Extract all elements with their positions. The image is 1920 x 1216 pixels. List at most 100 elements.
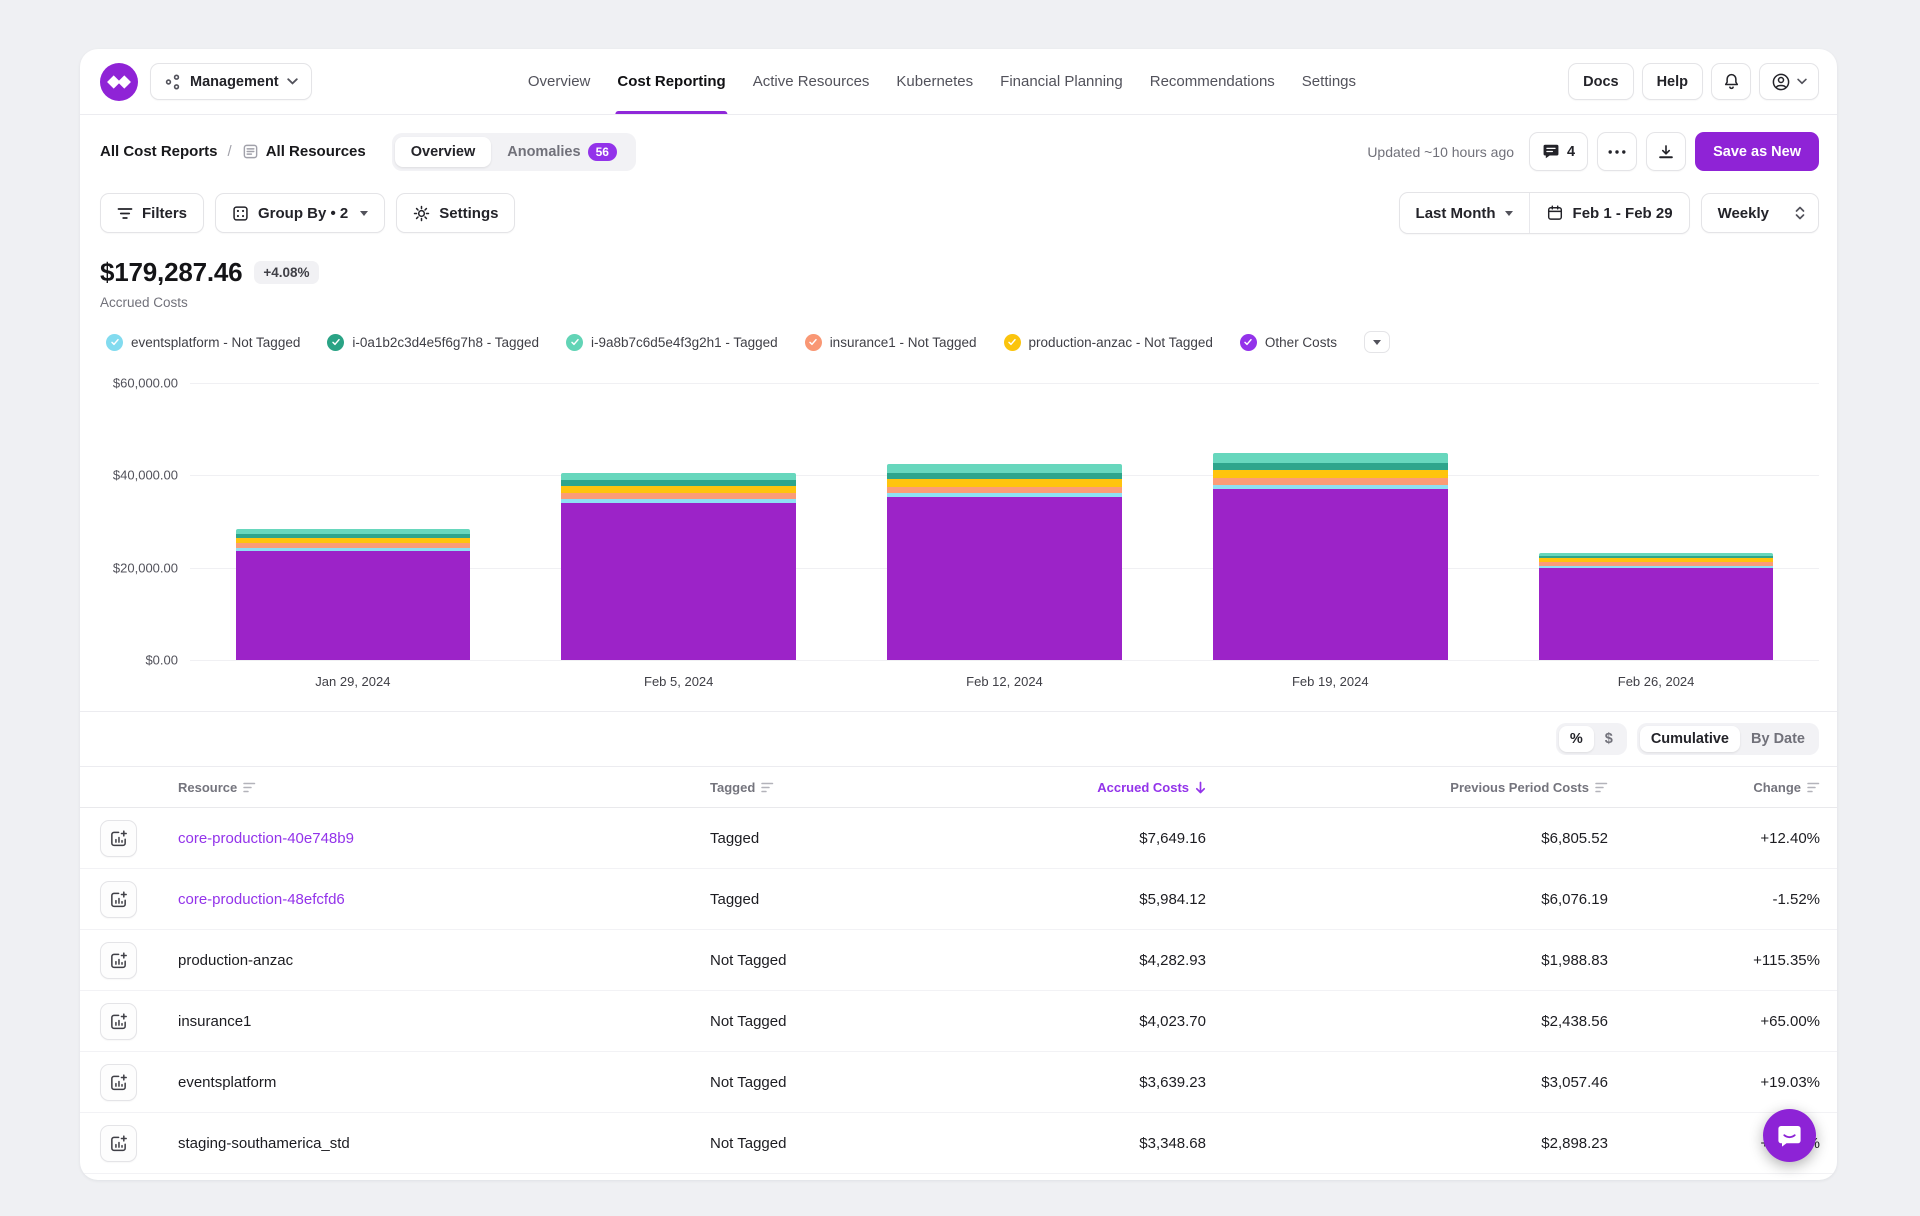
chevron-down-icon [1373, 340, 1381, 345]
add-to-chart-button[interactable] [100, 881, 137, 918]
vantage-logo-icon[interactable] [100, 63, 138, 101]
legend-item[interactable]: i-0a1b2c3d4e5f6g7h8 - Tagged [327, 334, 539, 351]
nav-tab-active-resources[interactable]: Active Resources [753, 49, 870, 114]
add-to-chart-button[interactable] [100, 942, 137, 979]
granularity-select[interactable]: Weekly [1701, 193, 1819, 233]
cumulative-toggle[interactable]: Cumulative [1640, 726, 1740, 752]
workspace-switcher[interactable]: Management [150, 63, 312, 100]
change-value: +115.35% [1608, 952, 1820, 969]
dollar-toggle[interactable]: $ [1594, 726, 1624, 752]
nav-tab-financial-planning[interactable]: Financial Planning [1000, 49, 1123, 114]
chart-plus-icon [109, 1073, 128, 1092]
percent-toggle[interactable]: % [1559, 726, 1594, 752]
resource-name[interactable]: core-production-40e748b9 [178, 830, 354, 847]
tagged-status: Not Tagged [710, 1074, 970, 1091]
x-axis-label: Feb 12, 2024 [842, 674, 1168, 689]
main-card: Management Overview Cost Reporting Active … [80, 49, 1837, 1180]
table-row: production-anzac Not Tagged $4,282.93 $1… [80, 930, 1837, 991]
anomalies-count-badge: 56 [588, 143, 617, 161]
table-row: staging-southamerica_std Not Tagged $3,3… [80, 1113, 1837, 1174]
by-date-toggle[interactable]: By Date [1740, 726, 1816, 752]
bar-segment [1213, 470, 1448, 478]
bar-segment [887, 479, 1122, 487]
accrued-cost-value: $3,639.23 [970, 1074, 1206, 1091]
chat-bubble-icon [1776, 1123, 1803, 1149]
stacked-bar[interactable] [887, 464, 1122, 660]
column-tagged[interactable]: Tagged [710, 780, 970, 795]
workspace-icon [164, 73, 182, 91]
toolbar-right: Updated ~10 hours ago 4 Save as Ne [1367, 132, 1819, 171]
account-menu-button[interactable] [1759, 63, 1819, 100]
more-actions-button[interactable] [1597, 132, 1637, 171]
legend-label: eventsplatform - Not Tagged [131, 335, 300, 350]
chart-x-axis: Jan 29, 2024Feb 5, 2024Feb 12, 2024Feb 1… [190, 674, 1819, 689]
stacked-bar[interactable] [1539, 553, 1774, 660]
resource-name[interactable]: core-production-48efcfd6 [178, 891, 345, 908]
table-row: eventsplatform Not Tagged $3,639.23 $3,0… [80, 1052, 1837, 1113]
x-axis-label: Feb 19, 2024 [1167, 674, 1493, 689]
resource-name: production-anzac [178, 952, 293, 969]
bar-segment [1213, 489, 1448, 660]
tagged-status: Tagged [710, 830, 970, 847]
bar-slot [1167, 383, 1493, 660]
group-by-button[interactable]: Group By • 2 [215, 193, 385, 233]
chart-plus-icon [109, 1134, 128, 1153]
stacked-bar[interactable] [561, 473, 796, 660]
legend-label: production-anzac - Not Tagged [1029, 335, 1213, 350]
add-to-chart-button[interactable] [100, 1064, 137, 1101]
top-bar: Management Overview Cost Reporting Active … [80, 49, 1837, 115]
sort-desc-icon [1195, 781, 1206, 794]
y-axis-tick: $0.00 [145, 653, 178, 668]
cost-change-badge: +4.08% [254, 261, 318, 284]
filters-button[interactable]: Filters [100, 193, 204, 233]
previous-period-cost-value: $1,988.83 [1206, 952, 1608, 969]
nav-tab-overview[interactable]: Overview [528, 49, 591, 114]
date-range-button[interactable]: Feb 1 - Feb 29 [1529, 193, 1689, 233]
chat-widget-button[interactable] [1763, 1109, 1816, 1162]
stacked-bar[interactable] [1213, 453, 1448, 660]
period-preset-button[interactable]: Last Month [1400, 193, 1529, 233]
bar-slot [842, 383, 1168, 660]
legend-item[interactable]: Other Costs [1240, 334, 1337, 351]
sort-icon [761, 782, 774, 793]
download-button[interactable] [1646, 132, 1686, 171]
resource-name: eventsplatform [178, 1074, 276, 1091]
tab-anomalies[interactable]: Anomalies 56 [491, 136, 633, 168]
comments-button[interactable]: 4 [1529, 132, 1588, 171]
add-to-chart-button[interactable] [100, 820, 137, 857]
column-previous-period-costs[interactable]: Previous Period Costs [1206, 780, 1608, 795]
legend-item[interactable]: eventsplatform - Not Tagged [106, 334, 300, 351]
chevron-down-icon [360, 211, 368, 216]
legend-item[interactable]: production-anzac - Not Tagged [1004, 334, 1213, 351]
breadcrumb-all-cost-reports[interactable]: All Cost Reports [100, 143, 218, 160]
table-controls: % $ Cumulative By Date [80, 711, 1837, 766]
add-to-chart-button[interactable] [100, 1125, 137, 1162]
column-resource[interactable]: Resource [178, 780, 710, 795]
column-accrued-costs[interactable]: Accrued Costs [970, 780, 1206, 795]
nav-tab-kubernetes[interactable]: Kubernetes [896, 49, 973, 114]
legend-item[interactable]: insurance1 - Not Tagged [805, 334, 977, 351]
stacked-bar[interactable] [236, 529, 471, 660]
help-button[interactable]: Help [1642, 63, 1703, 100]
notifications-button[interactable] [1711, 63, 1751, 100]
tagged-status: Not Tagged [710, 1013, 970, 1030]
legend-label: i-9a8b7c6d5e4f3g2h1 - Tagged [591, 335, 778, 350]
nav-tab-settings[interactable]: Settings [1302, 49, 1356, 114]
legend-item[interactable]: i-9a8b7c6d5e4f3g2h1 - Tagged [566, 334, 778, 351]
breadcrumb-all-resources[interactable]: All Resources [266, 143, 366, 160]
tab-overview[interactable]: Overview [395, 137, 492, 167]
view-tabs: Overview Anomalies 56 [392, 133, 636, 171]
bar-slot [516, 383, 842, 660]
app-root: Management Overview Cost Reporting Active … [0, 0, 1920, 1216]
nav-tab-recommendations[interactable]: Recommendations [1150, 49, 1275, 114]
sort-icon [243, 782, 256, 793]
add-to-chart-button[interactable] [100, 1003, 137, 1040]
docs-button[interactable]: Docs [1568, 63, 1633, 100]
legend-more-button[interactable] [1364, 331, 1390, 353]
chart-settings-button[interactable]: Settings [396, 193, 515, 233]
chart-plus-icon [109, 890, 128, 909]
column-change[interactable]: Change [1608, 780, 1820, 795]
nav-tab-cost-reporting[interactable]: Cost Reporting [617, 49, 725, 114]
save-as-new-button[interactable]: Save as New [1695, 132, 1819, 171]
x-axis-label: Feb 5, 2024 [516, 674, 842, 689]
